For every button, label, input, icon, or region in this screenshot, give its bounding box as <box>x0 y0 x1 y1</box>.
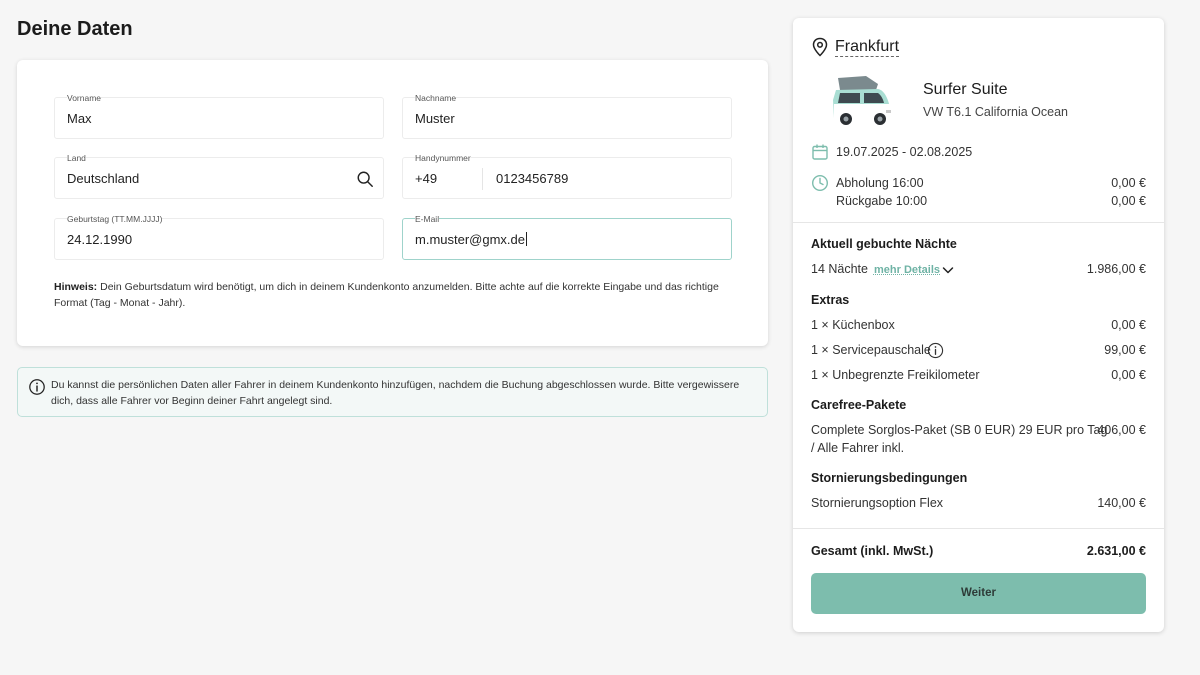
text-caret <box>526 232 527 246</box>
total-amount: 2.631,00 € <box>1086 544 1146 558</box>
nights-row: 14 Nächte mehr Details <box>811 262 940 276</box>
cancellation-title: Stornierungsbedingungen <box>811 471 968 485</box>
phone-field[interactable]: Handynummer +49 0123456789 <box>402 153 732 199</box>
details-link[interactable]: mehr Details <box>874 264 940 276</box>
continue-button[interactable]: Weiter <box>811 573 1146 614</box>
cancellation-amount: 140,00 € <box>1097 496 1146 510</box>
email-value: m.muster@gmx.de <box>415 232 525 247</box>
birthday-hint: Hinweis: Dein Geburtsdatum wird benötigt… <box>54 279 744 311</box>
return-amount: 0,00 € <box>1111 194 1146 208</box>
nights-amount: 1.986,00 € <box>1086 262 1146 276</box>
hint-label: Hinweis: <box>54 281 98 293</box>
carefree-line2: / Alle Fahrer inkl. <box>811 441 905 455</box>
personal-data-form: Vorname Max Nachname Muster Land Deutsch… <box>17 60 768 346</box>
birthday-field[interactable]: Geburtstag (TT.MM.JJJJ) 24.12.1990 <box>54 214 384 260</box>
email-value-wrap: m.muster@gmx.de <box>415 232 527 247</box>
extra-item-service: 1 × Servicepauschale <box>811 343 931 357</box>
vehicle-name: Surfer Suite <box>923 81 1008 98</box>
location-pin-icon <box>812 37 828 57</box>
page-title: Deine Daten <box>17 18 133 40</box>
extra-item-kitchen: 1 × Küchenbox <box>811 318 895 332</box>
extra-amount-service: 99,00 € <box>1104 343 1146 357</box>
vehicle-model: VW T6.1 California Ocean <box>923 105 1068 119</box>
return-time: Rückgabe 10:00 <box>836 194 928 208</box>
first-name-field[interactable]: Vorname Max <box>54 93 384 139</box>
pickup-amount: 0,00 € <box>1111 176 1146 190</box>
first-name-label: Vorname <box>67 93 102 103</box>
info-circle-icon[interactable] <box>927 342 944 359</box>
country-field[interactable]: Land Deutschland <box>54 153 384 199</box>
extra-amount-mileage: 0,00 € <box>1111 368 1146 382</box>
city-link[interactable]: Frankfurt <box>835 38 900 57</box>
clock-icon <box>811 174 829 192</box>
country-label: Land <box>67 153 86 163</box>
phone-number-value: 0123456789 <box>496 171 569 186</box>
extra-item-mileage: 1 × Unbegrenzte Freikilometer <box>811 368 980 382</box>
email-label: E-Mail <box>415 214 440 224</box>
last-name-field[interactable]: Nachname Muster <box>402 93 732 139</box>
email-field[interactable]: E-Mail m.muster@gmx.de <box>402 214 732 260</box>
phone-divider <box>482 168 483 190</box>
birthday-value: 24.12.1990 <box>67 232 133 247</box>
last-name-label: Nachname <box>415 93 457 103</box>
pickup-time: Abholung 16:00 <box>836 176 924 190</box>
last-name-value: Muster <box>415 111 455 126</box>
phone-prefix[interactable]: +49 <box>415 171 437 186</box>
nights-label: 14 Nächte <box>811 262 868 276</box>
camper-van-image <box>833 76 891 125</box>
country-value: Deutschland <box>67 171 140 186</box>
divider <box>793 222 1164 223</box>
nights-title: Aktuell gebuchte Nächte <box>811 237 957 251</box>
cancellation-option: Stornierungsoption Flex <box>811 496 944 510</box>
total-label: Gesamt (inkl. MwSt.) <box>811 544 934 558</box>
extra-amount-kitchen: 0,00 € <box>1111 318 1146 332</box>
carefree-amount: 406,00 € <box>1097 423 1146 437</box>
hint-text: Dein Geburtsdatum wird benötigt, um dich… <box>54 281 719 309</box>
info-box: Du kannst die persönlichen Daten aller F… <box>17 367 768 417</box>
divider <box>793 528 1164 529</box>
calendar-icon <box>812 144 828 160</box>
date-range: 19.07.2025 - 02.08.2025 <box>836 145 973 159</box>
booking-summary: Frankfurt Surfer Suite VW T6.1 Californi… <box>793 18 1164 632</box>
extras-title: Extras <box>811 293 850 307</box>
info-text: Du kannst die persönlichen Daten aller F… <box>51 379 740 407</box>
first-name-value: Max <box>67 111 92 126</box>
birthday-label: Geburtstag (TT.MM.JJJJ) <box>67 214 163 224</box>
carefree-line1: Complete Sorglos-Paket (SB 0 EUR) 29 EUR… <box>811 423 1108 437</box>
carefree-title: Carefree-Pakete <box>811 398 907 412</box>
info-icon <box>29 379 45 395</box>
search-icon[interactable] <box>356 170 374 188</box>
phone-label: Handynummer <box>415 153 471 163</box>
chevron-down-icon[interactable] <box>941 263 955 277</box>
